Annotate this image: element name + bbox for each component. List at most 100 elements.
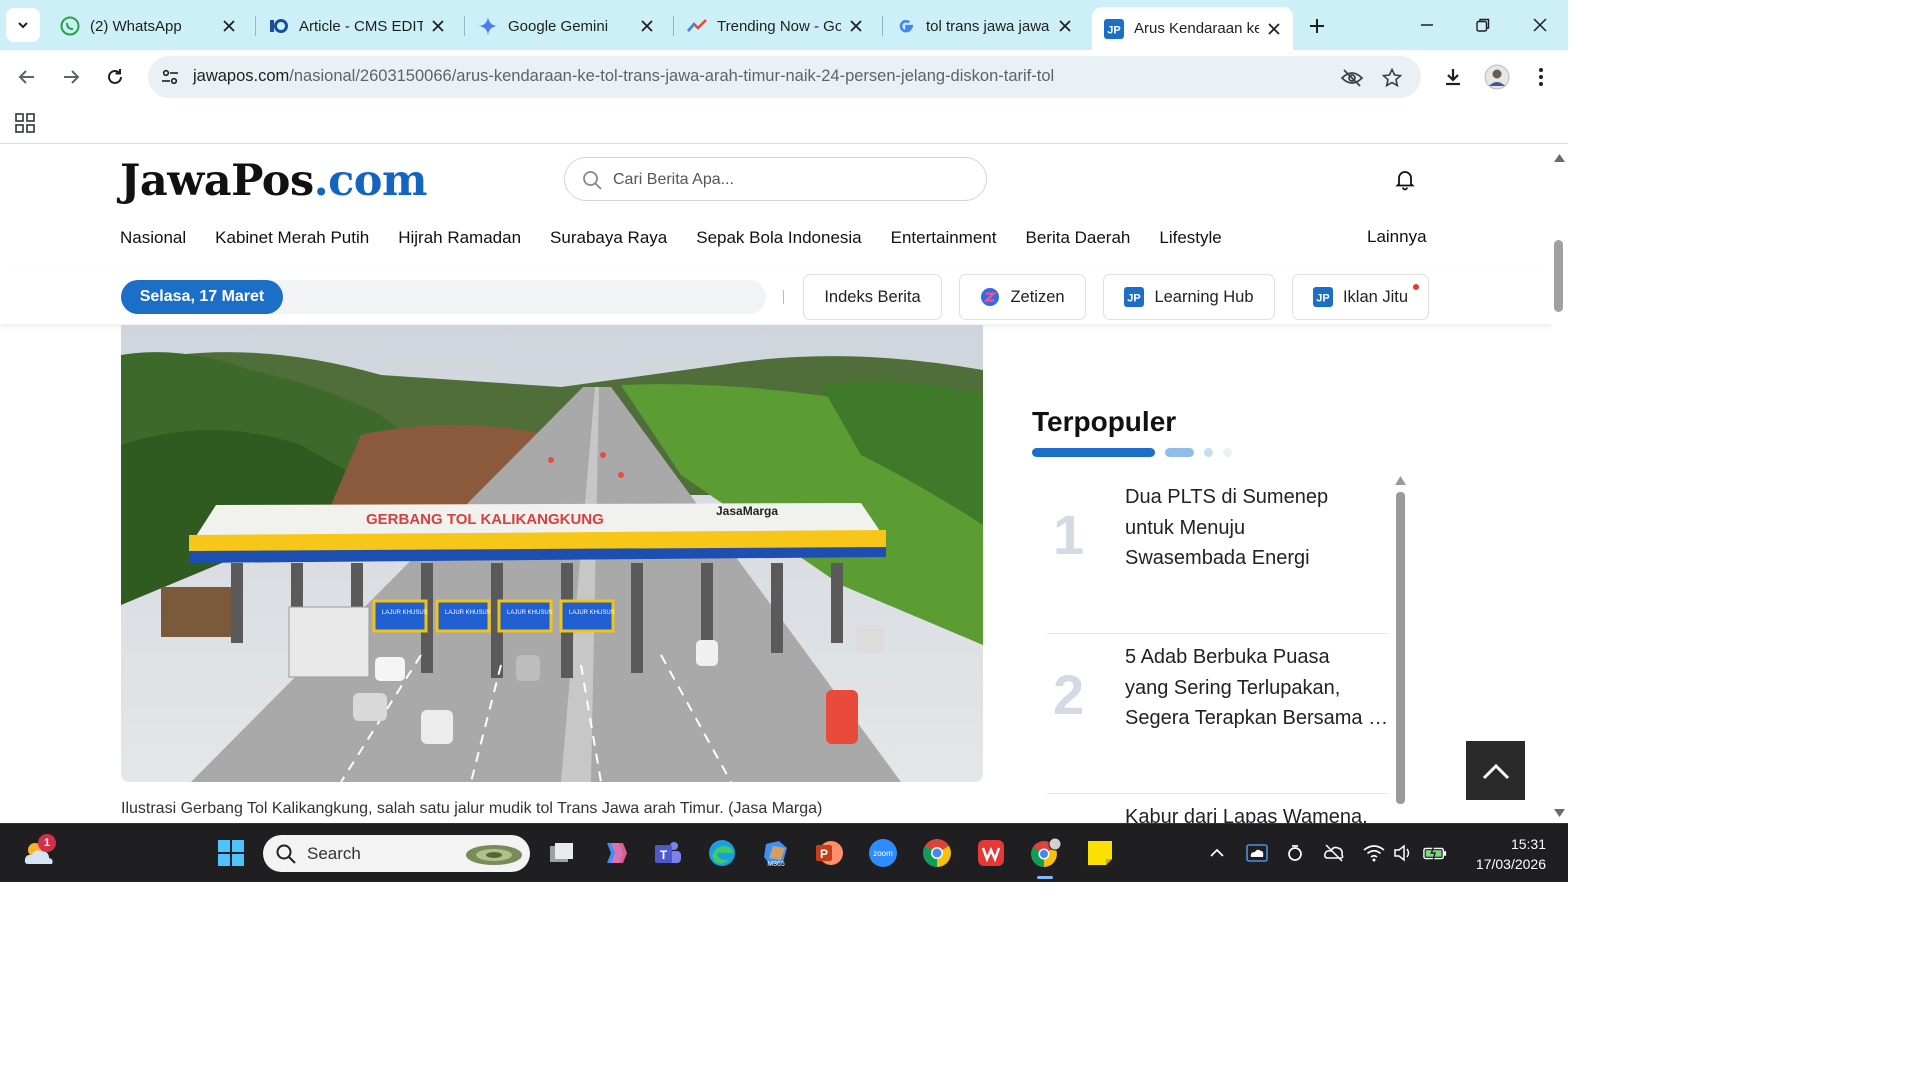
indicator-dot-active[interactable] [1032,448,1155,457]
indeks-berita-button[interactable]: Indeks Berita [803,274,942,320]
forward-button[interactable] [56,62,86,92]
nav-item-entertainment[interactable]: Entertainment [891,228,997,252]
learning-hub-button[interactable]: JP Learning Hub [1103,274,1275,320]
google-icon [896,16,916,36]
gemini-icon [478,16,498,36]
nav-item-kabinet-merah-putih[interactable]: Kabinet Merah Putih [215,228,369,252]
triangle-down-icon[interactable] [1554,809,1565,817]
taskbar-search-label: Search [307,844,361,863]
popular-item[interactable]: Kabur dari Lapas Wamena, [1047,794,1387,823]
svg-text:JP: JP [1107,24,1120,36]
nav-item-lifestyle[interactable]: Lifestyle [1159,228,1221,252]
battery-tray[interactable] [1423,841,1447,865]
zetizen-button[interactable]: Zetizen [959,274,1086,320]
tab-gemini[interactable]: Google Gemini [466,8,666,44]
close-icon[interactable] [429,17,447,35]
popular-list-scrollbar[interactable] [1396,492,1405,804]
wps-app[interactable] [974,836,1008,870]
tab-trends[interactable]: Trending Now - Google Trends [675,8,875,44]
close-icon[interactable] [220,17,238,35]
downloads-button[interactable] [1438,62,1468,92]
tab-jawapos-article[interactable]: JP Arus Kendaraan ke Tol [1092,7,1293,50]
tab-title: Arus Kendaraan ke Tol [1134,20,1259,37]
cms-icon [269,16,289,36]
popular-headline[interactable]: Dua PLTS di Sumenep untuk Menuju Swasemb… [1125,482,1390,574]
popular-item[interactable]: 1 Dua PLTS di Sumenep untuk Menuju Swase… [1047,474,1387,634]
tab-cms[interactable]: Article - CMS EDITOR [257,8,457,44]
cloud-off-icon [1324,844,1344,862]
popular-headline[interactable]: Kabur dari Lapas Wamena, [1125,802,1390,823]
system-clock[interactable]: 15:31 17/03/2026 [1462,834,1546,874]
triangle-up-icon[interactable] [1554,154,1565,162]
teams-app[interactable]: T [651,836,685,870]
url-text[interactable]: jawapos.com/nasional/2603150066/arus-ken… [193,67,1054,86]
powerpoint-app[interactable]: P [812,836,846,870]
new-tab-button[interactable] [1304,13,1330,39]
back-button[interactable] [12,62,42,92]
apps-grid-icon[interactable] [14,112,36,134]
minimize-button[interactable] [1412,10,1442,40]
site-search-input[interactable] [613,168,973,192]
tab-whatsapp[interactable]: (2) WhatsApp [48,8,248,44]
zoom-app[interactable]: zoom [866,836,900,870]
headline-line: Kabur dari Lapas Wamena, [1125,806,1368,823]
site-logo[interactable]: JawaPos.com [120,156,428,206]
browser-menu-button[interactable] [1526,62,1556,92]
copilot-app[interactable] [598,836,632,870]
back-to-top-button[interactable] [1466,741,1525,800]
close-icon[interactable] [1056,17,1074,35]
close-icon[interactable] [847,17,865,35]
windows-taskbar: 1 Search T M365 P zoom 15:31 17/03/2026 [0,823,1568,882]
nav-item-sepak-bola-indonesia[interactable]: Sepak Bola Indonesia [696,228,861,252]
restore-button[interactable] [1468,10,1498,40]
site-settings-icon[interactable] [158,65,182,89]
headline-line: yang Sering Terlupakan, [1125,676,1341,699]
popular-item[interactable]: 2 5 Adab Berbuka Puasa yang Sering Terlu… [1047,634,1390,794]
onedrive-offline-tray[interactable] [1322,841,1346,865]
triangle-up-icon[interactable] [1395,476,1406,485]
download-icon [1446,69,1460,86]
start-button[interactable] [214,836,248,870]
close-icon[interactable] [638,17,656,35]
wifi-tray[interactable] [1362,841,1386,865]
plus-icon [1310,19,1324,33]
site-search-box[interactable] [564,157,987,201]
tab-search-button[interactable] [6,8,40,42]
nav-item-nasional[interactable]: Nasional [120,228,186,252]
page-scrollbar-thumb[interactable] [1554,240,1563,312]
taskbar-search-box[interactable]: Search [263,835,530,872]
sticky-notes-app[interactable] [1083,836,1117,870]
iklan-jitu-button[interactable]: JP Iklan Jitu [1292,274,1429,320]
profile-avatar[interactable] [1482,62,1512,92]
close-window-button[interactable] [1525,10,1555,40]
indicator-dot[interactable] [1204,448,1213,457]
lane-sign-text: LAJUR KHUSUS [569,610,615,616]
tab-google-search[interactable]: tol trans jawa jawa [884,8,1084,44]
search-icon [276,844,296,864]
chevron-down-icon [18,22,28,29]
nav-item-berita-daerah[interactable]: Berita Daerah [1025,228,1130,252]
onedrive-tray[interactable] [1245,841,1269,865]
show-hidden-icons-button[interactable] [1205,841,1229,865]
nav-item-lainnya[interactable]: Lainnya [1367,227,1427,247]
indicator-dot[interactable] [1223,448,1232,457]
reload-button[interactable] [100,62,130,92]
notification-bell-icon[interactable] [1393,167,1417,191]
nav-item-surabaya-raya[interactable]: Surabaya Raya [550,228,667,252]
chrome-profile-app[interactable] [1028,836,1062,870]
address-bar[interactable]: jawapos.com/nasional/2603150066/arus-ken… [148,56,1421,98]
chrome-app[interactable] [920,836,954,870]
svg-text:M365: M365 [767,861,785,868]
meet-now-tray[interactable] [1283,841,1307,865]
task-view-button[interactable] [545,836,579,870]
m365-app[interactable]: M365 [759,836,793,870]
popular-headline[interactable]: 5 Adab Berbuka Puasa yang Sering Terlupa… [1125,642,1390,734]
nav-item-hijrah-ramadan[interactable]: Hijrah Ramadan [398,228,521,252]
bookmark-star-icon[interactable] [1380,66,1404,90]
tab-separator [673,16,674,36]
edge-app[interactable] [705,836,739,870]
eye-off-icon[interactable] [1340,66,1364,90]
volume-tray[interactable] [1391,841,1415,865]
close-icon[interactable] [1265,20,1283,38]
indicator-dot[interactable] [1165,448,1194,457]
